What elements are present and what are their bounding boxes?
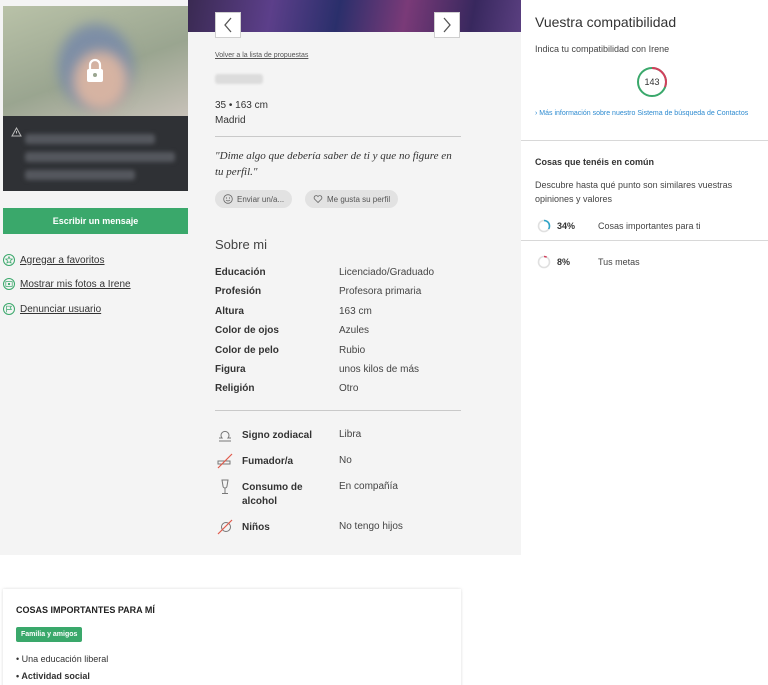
about-me-title: Sobre mi — [215, 237, 268, 252]
detail-label: Color de pelo — [215, 345, 279, 356]
lifestyle-label: Niños — [242, 522, 270, 533]
chevron-right-icon: › — [535, 110, 538, 117]
lifestyle-value: En compañía — [339, 481, 398, 492]
detail-label: Figura — [215, 364, 246, 375]
detail-label: Religión — [215, 383, 255, 394]
lifestyle-value: No tengo hijos — [339, 521, 403, 532]
previous-profile-button[interactable] — [215, 12, 241, 38]
show-photos-label: Mostrar mis fotos a Irene — [20, 278, 131, 290]
detail-label: Profesión — [215, 286, 262, 297]
show-photos-link[interactable]: Mostrar mis fotos a Irene — [3, 278, 131, 290]
more-info-label: Más información sobre nuestro Sistema de… — [539, 110, 749, 117]
category-tag: Familia y amigos — [16, 627, 83, 642]
add-to-favorites-label: Agregar a favoritos — [20, 254, 105, 266]
divider — [215, 410, 461, 411]
blurred-name — [215, 74, 263, 84]
detail-value: Licenciado/Graduado — [339, 267, 435, 278]
card-title: COSAS IMPORTANTES PARA MÍ — [16, 605, 155, 615]
photo-icon — [3, 278, 15, 290]
common-things-title: Cosas que tenéis en común — [535, 157, 655, 167]
heart-icon — [313, 195, 323, 204]
chevron-left-icon — [224, 17, 232, 33]
metric-goals[interactable]: 8% Tus metas — [537, 255, 640, 269]
metric-percent: 34% — [557, 221, 576, 231]
age-height: 35 • 163 cm — [215, 100, 268, 111]
more-info-link[interactable]: › Más información sobre nuestro Sistema … — [535, 110, 765, 118]
lifestyle-value: Libra — [339, 429, 362, 440]
report-user-label: Denunciar usuario — [20, 303, 102, 315]
lifestyle-label: Fumador/a — [242, 456, 294, 467]
next-profile-button[interactable] — [434, 12, 460, 38]
compatibility-title: Vuestra compatibilidad — [535, 14, 677, 30]
city: Madrid — [215, 115, 246, 126]
lifestyle-label: Signo zodiacal — [242, 430, 313, 441]
profile-quote: "Dime algo que debería saber de ti y que… — [215, 150, 452, 178]
chevron-right-icon — [443, 17, 451, 33]
photo-info-overlay — [3, 116, 188, 191]
profile-photo[interactable] — [3, 6, 188, 191]
metric-label: Tus metas — [598, 257, 640, 267]
flag-icon — [3, 303, 15, 315]
back-to-list-link[interactable]: Volver a la lista de propuestas — [215, 52, 308, 59]
common-things-desc: Descubre hasta qué punto son similares v… — [535, 180, 733, 204]
lifestyle-label: Consumo de alcohol — [242, 482, 303, 507]
detail-value: 163 cm — [339, 306, 372, 317]
send-icebreaker-button[interactable]: Enviar un/a... — [215, 190, 293, 208]
star-icon — [3, 254, 15, 266]
add-to-favorites-link[interactable]: Agregar a favoritos — [3, 254, 105, 266]
progress-ring-icon — [537, 255, 551, 269]
zodiac-libra-icon — [219, 430, 231, 442]
compatibility-score-value: 143 — [644, 77, 660, 87]
important-things-card: COSAS IMPORTANTES PARA MÍ Familia y amig… — [3, 589, 461, 685]
no-smoking-icon — [217, 453, 233, 469]
like-profile-button[interactable]: Me gusta su perfil — [305, 190, 399, 208]
send-icebreaker-label: Enviar un/a... — [237, 194, 285, 204]
card-item: • Una educación liberal — [16, 654, 109, 664]
metric-important-things[interactable]: 34% Cosas importantes para ti — [537, 219, 701, 233]
compatibility-subtitle: Indica tu compatibilidad con Irene — [535, 44, 670, 54]
progress-ring-icon — [537, 219, 551, 233]
detail-label: Altura — [215, 306, 244, 317]
report-user-link[interactable]: Denunciar usuario — [3, 303, 101, 315]
like-profile-label: Me gusta su perfil — [327, 194, 391, 204]
divider — [215, 136, 461, 137]
write-message-button[interactable]: Escribir un mensaje — [3, 208, 188, 234]
card-item: • Actividad social — [16, 671, 90, 681]
metric-label: Cosas importantes para ti — [598, 221, 701, 231]
metric-percent: 8% — [557, 257, 571, 267]
detail-value: Otro — [339, 383, 359, 394]
detail-value: Rubio — [339, 345, 366, 356]
lock-icon — [87, 58, 103, 82]
detail-value: unos kilos de más — [339, 364, 420, 375]
detail-label: Color de ojos — [215, 325, 279, 336]
smiley-icon — [223, 194, 233, 204]
warning-icon — [11, 127, 22, 137]
no-children-icon — [217, 519, 233, 535]
divider — [521, 140, 768, 141]
detail-value: Azules — [339, 325, 370, 336]
lifestyle-value: No — [339, 455, 352, 466]
divider — [521, 240, 768, 241]
detail-label: Educación — [215, 267, 266, 278]
champagne-glass-icon — [221, 479, 229, 494]
compatibility-score[interactable]: 143 — [636, 66, 668, 98]
detail-value: Profesora primaria — [339, 286, 422, 297]
